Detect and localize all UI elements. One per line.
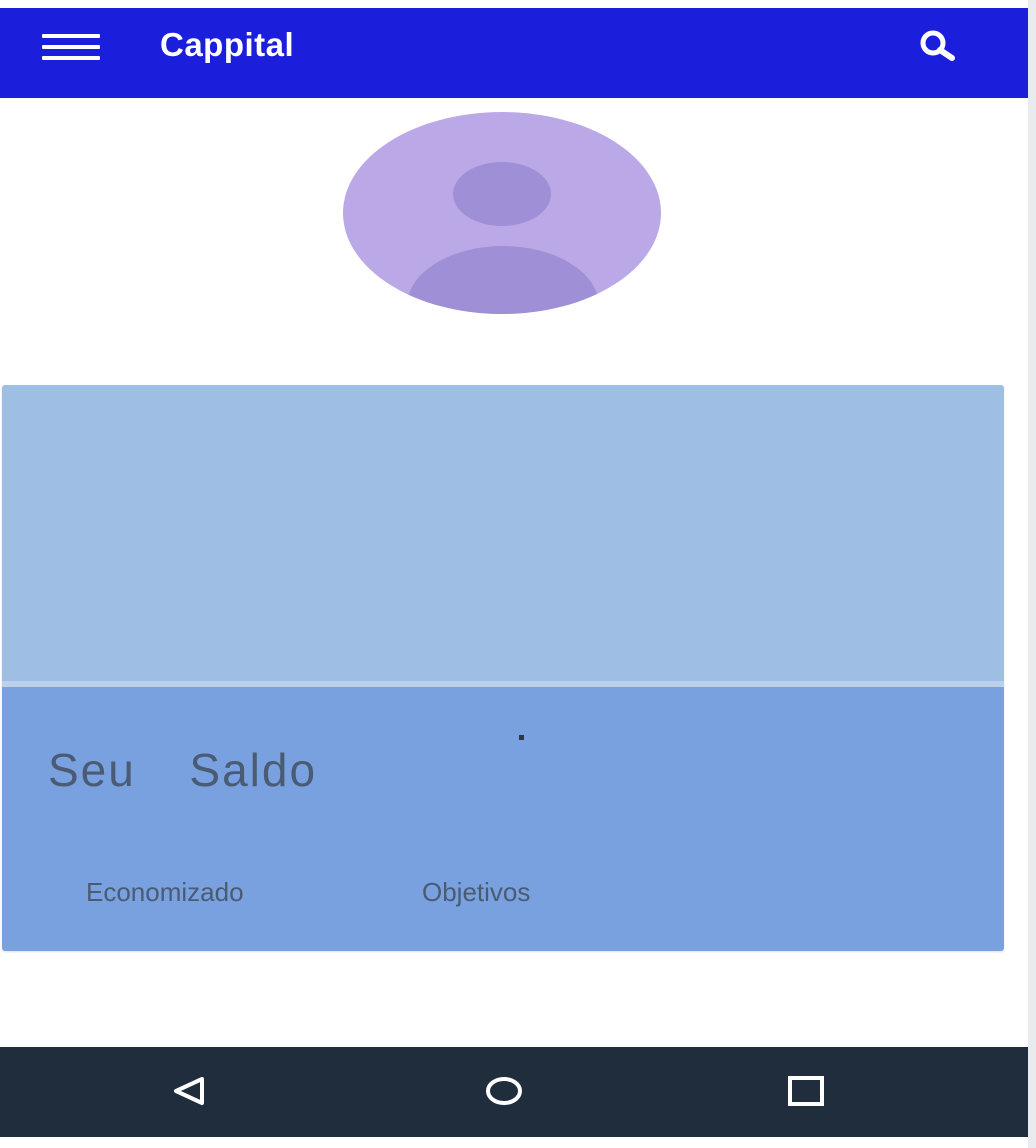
avatar-head	[453, 162, 551, 226]
dot-mark	[519, 735, 524, 740]
card-content-area: Seu Saldo Economizado Objetivos	[2, 687, 1004, 951]
system-nav-bar	[0, 1047, 1028, 1137]
screen-edge	[1028, 0, 1036, 1148]
tab-objetivos[interactable]: Objetivos	[422, 877, 530, 908]
card-header-area	[2, 385, 1004, 681]
avatar-body	[407, 246, 599, 314]
app-bar: Cappital	[0, 8, 1028, 98]
search-icon[interactable]	[912, 22, 962, 72]
recents-square-icon[interactable]	[784, 1071, 828, 1111]
balance-label: Seu Saldo	[48, 744, 318, 796]
avatar[interactable]	[343, 112, 661, 314]
menu-icon[interactable]	[40, 26, 102, 66]
tab-economizado[interactable]: Economizado	[86, 877, 244, 908]
home-circle-icon[interactable]	[482, 1071, 526, 1111]
back-triangle-icon[interactable]	[168, 1071, 212, 1111]
balance-card: Seu Saldo Economizado Objetivos	[2, 385, 1004, 951]
app-screen: Cappital Seu Saldo Economizado Objetivos	[0, 0, 1036, 1148]
app-title: Cappital	[160, 26, 295, 63]
